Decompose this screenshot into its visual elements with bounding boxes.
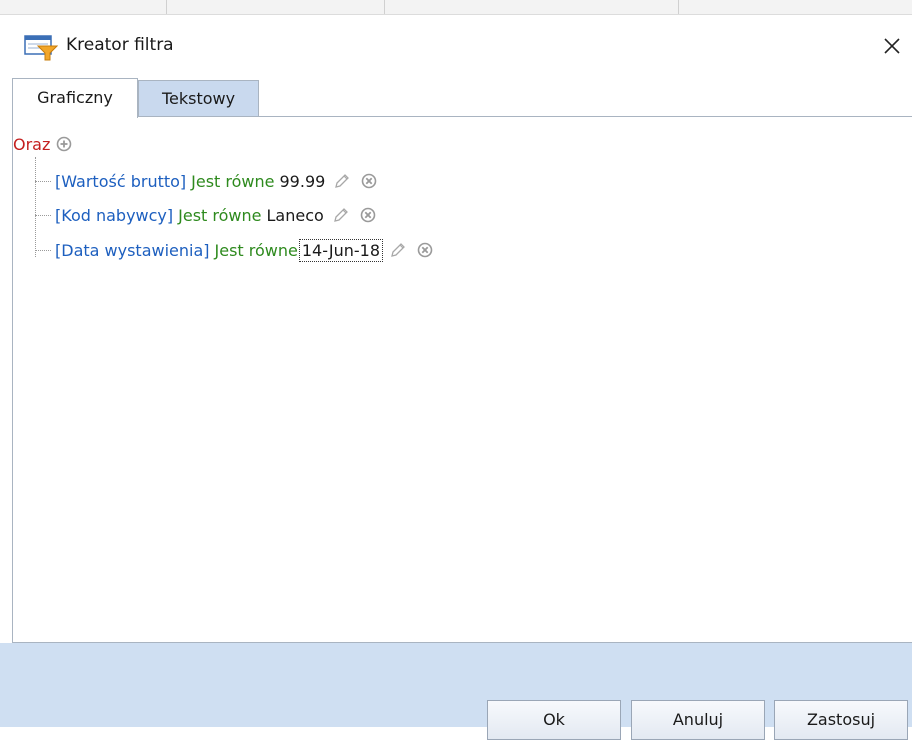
dialog-footer: Ok Anuluj Zastosuj <box>0 643 912 740</box>
pencil-icon[interactable] <box>389 241 407 259</box>
tree-branch <box>35 214 51 216</box>
filter-root: Oraz <box>13 132 72 156</box>
filter-tree-panel: Oraz [Wartość brutto] Jest równe 99.99 [… <box>12 116 912 643</box>
filter-condition-row: [Wartość brutto] Jest równe 99.99 <box>35 167 377 195</box>
apply-button[interactable]: Zastosuj <box>774 700 908 740</box>
ok-button[interactable]: Ok <box>487 700 621 740</box>
filter-condition-row: [Kod nabywcy] Jest równe Laneco <box>35 201 376 229</box>
condition-value[interactable]: 99.99 <box>280 172 326 191</box>
filter-condition-row: [Data wystawienia] Jest równe 14-Jun-18 <box>35 236 433 264</box>
remove-icon[interactable] <box>360 207 376 223</box>
condition-value[interactable]: Laneco <box>266 206 323 225</box>
strip-separator <box>384 0 385 14</box>
close-button[interactable] <box>876 30 908 62</box>
strip-separator <box>166 0 167 14</box>
tree-branch <box>35 180 51 182</box>
tree-branch <box>35 249 51 251</box>
condition-field[interactable]: [Wartość brutto] <box>55 172 186 191</box>
add-condition-icon[interactable] <box>56 136 72 152</box>
dialog-title-bar: Kreator filtra <box>0 20 912 70</box>
tab-graficzny[interactable]: Graficzny <box>12 78 138 118</box>
strip-separator <box>678 0 679 14</box>
condition-field[interactable]: [Kod nabywcy] <box>55 206 173 225</box>
remove-icon[interactable] <box>417 242 433 258</box>
tab-tekstowy[interactable]: Tekstowy <box>138 80 259 117</box>
remove-icon[interactable] <box>361 173 377 189</box>
filter-wizard-icon <box>24 35 59 61</box>
pencil-icon[interactable] <box>333 172 351 190</box>
condition-operator[interactable]: Jest równe <box>215 241 298 260</box>
condition-operator[interactable]: Jest równe <box>178 206 261 225</box>
condition-operator[interactable]: Jest równe <box>191 172 274 191</box>
window-top-strip <box>0 0 912 15</box>
root-operator-label[interactable]: Oraz <box>13 135 50 154</box>
condition-value[interactable]: 14-Jun-18 <box>298 238 384 262</box>
cancel-button[interactable]: Anuluj <box>631 700 765 740</box>
close-icon <box>884 38 900 54</box>
dialog-title: Kreator filtra <box>66 35 174 55</box>
condition-field[interactable]: [Data wystawienia] <box>55 241 210 260</box>
pencil-icon[interactable] <box>332 206 350 224</box>
